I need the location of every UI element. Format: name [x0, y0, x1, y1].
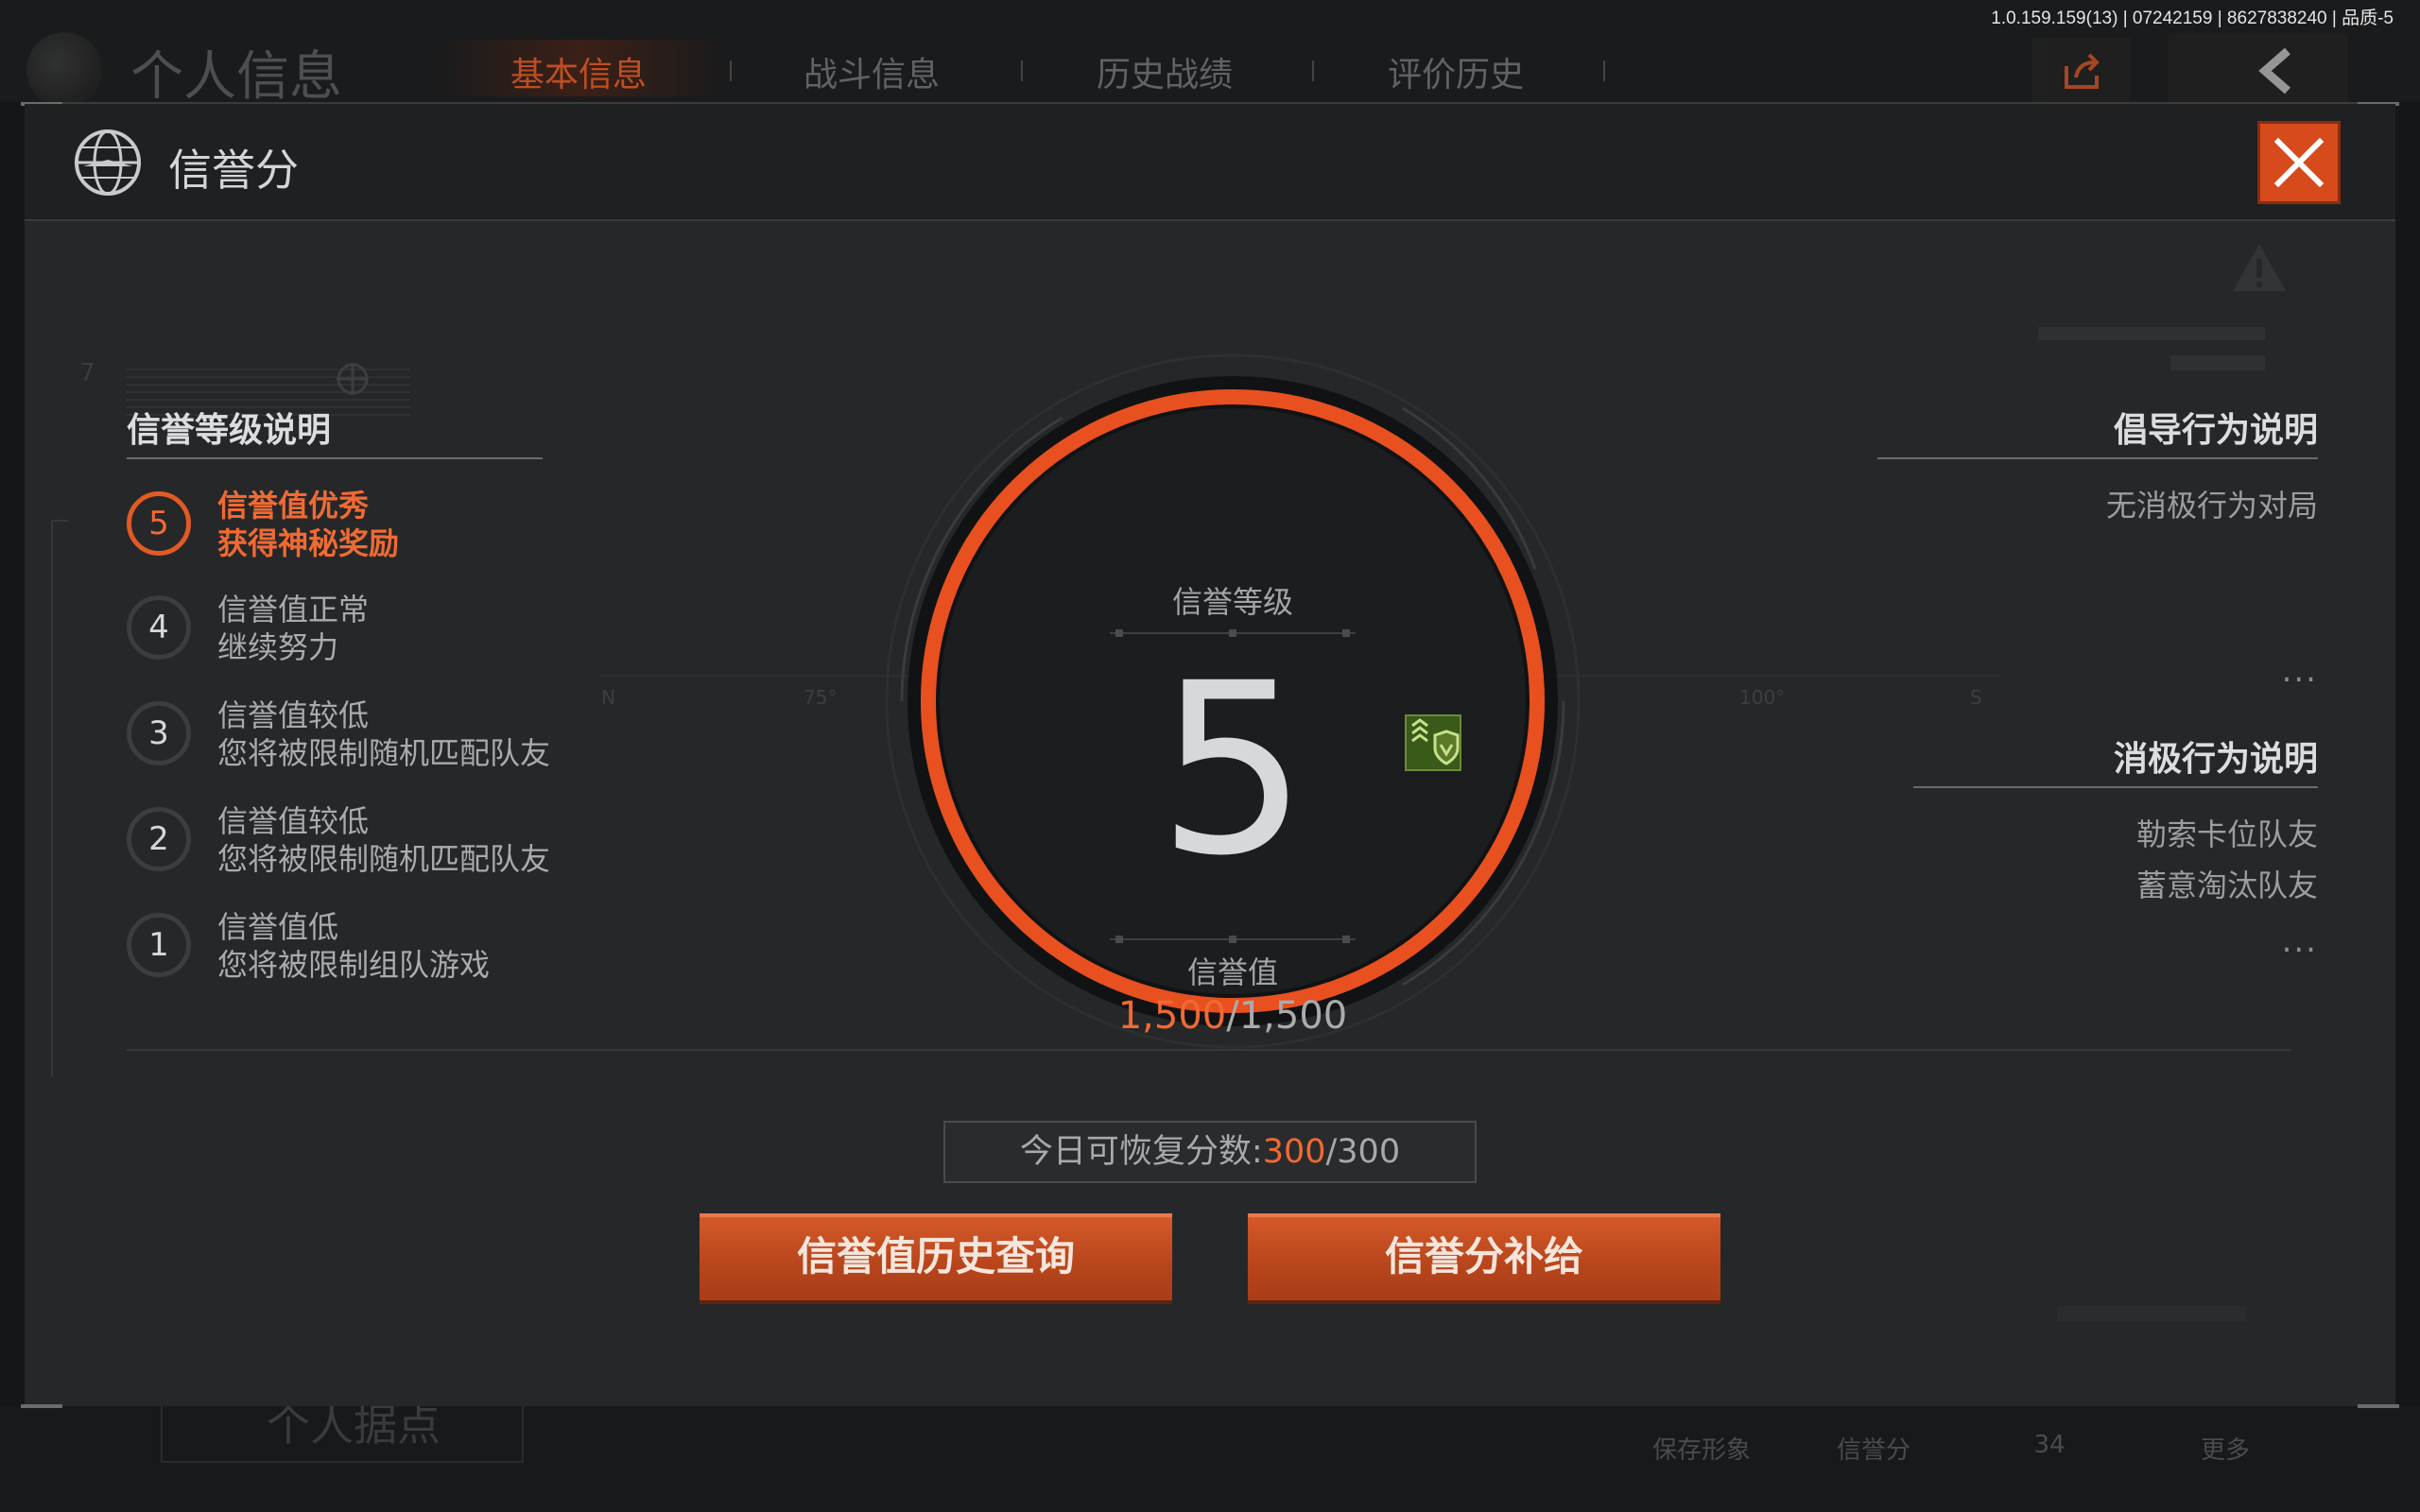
tab-separator [1312, 60, 1314, 81]
negative-item: 蓄意淘汰队友 [2135, 868, 2318, 903]
level-item-4: 4 信誉值正常 继续努力 [127, 592, 694, 694]
credit-score-modal: 信誉分 7 N 75° 100° S 信誉等级说明 5 信誉值优秀 获得神秘奖励… [21, 102, 2399, 1408]
decorative-noise [2057, 1306, 2246, 1321]
compass-label-100: 100° [1739, 686, 1786, 709]
decorative-noise [2038, 327, 2265, 340]
level-desc: 您将被限制组队游戏 [217, 947, 491, 983]
credit-score-button[interactable]: 信誉分 [1807, 1431, 1940, 1466]
recover-max: /300 [1325, 1133, 1401, 1171]
section-underline [127, 457, 543, 459]
warning-icon [2233, 244, 2286, 291]
negative-item: 勒索卡位队友 [2135, 816, 2318, 852]
tab-separator [1021, 60, 1023, 81]
section-underline [1913, 786, 2318, 788]
crosshair-icon [337, 363, 369, 395]
level-number: 2 [127, 807, 191, 871]
recover-score-box: 今日可恢复分数:300/300 [943, 1121, 1477, 1183]
compass-label-75: 75° [804, 686, 838, 709]
corner-mark [2358, 1404, 2399, 1408]
close-icon [2273, 137, 2325, 188]
score-supply-button[interactable]: 信誉分补给 [1248, 1213, 1720, 1300]
chevron-left-icon [2258, 47, 2290, 94]
history-query-button[interactable]: 信誉值历史查询 [700, 1213, 1172, 1300]
level-item-2: 2 信誉值较低 您将被限制随机匹配队友 [127, 803, 694, 905]
levels-section-title: 信誉等级说明 [127, 411, 332, 450]
level-item-5: 5 信誉值优秀 获得神秘奖励 [127, 488, 694, 590]
level-desc: 您将被限制随机匹配队友 [217, 841, 551, 877]
level-desc: 继续努力 [217, 629, 339, 665]
save-appearance-button[interactable]: 保存形象 [1635, 1431, 1768, 1466]
score-label: 信誉值 [1186, 954, 1278, 990]
app-logo-icon [26, 32, 102, 108]
tab-separator [1603, 60, 1605, 81]
section-divider [127, 1049, 2291, 1051]
share-button[interactable] [2032, 38, 2131, 106]
level-value: 5 [1157, 632, 1308, 907]
decorative-rail-tick [51, 520, 68, 522]
tab-history-record[interactable]: 历史战绩 [1097, 47, 1233, 96]
modal-header: 信誉分 [25, 104, 2395, 221]
promote-item: 无消极行为对局 [2105, 488, 2318, 524]
section-underline [1877, 457, 2318, 459]
score-value: 1,500/1,500 [873, 994, 1592, 1038]
level-label: 信誉等级 [1171, 584, 1293, 620]
level-item-3: 3 信誉值较低 您将被限制随机匹配队友 [127, 697, 694, 799]
level-number: 1 [127, 913, 191, 977]
globe-icon [75, 129, 141, 196]
count-button[interactable]: 34 [1983, 1431, 2116, 1459]
credit-gauge: 信誉等级 5 信誉值 1,500/1,500 [873, 342, 1592, 1060]
level-number: 5 [127, 491, 191, 556]
page-title: 个人信息 [130, 46, 342, 108]
promote-section-title: 倡导行为说明 [2113, 411, 2318, 450]
tab-basic-info[interactable]: 基本信息 [510, 47, 647, 96]
tab-battle-info[interactable]: 战斗信息 [804, 47, 940, 96]
close-button[interactable] [2257, 121, 2341, 204]
level-desc: 获得神秘奖励 [217, 525, 400, 561]
compass-label-s: S [1970, 686, 1982, 709]
recover-label: 今日可恢复分数: [1019, 1133, 1263, 1171]
version-info: 1.0.159.159(13) | 07242159 | 8627838240 … [1991, 9, 2394, 28]
share-icon [2065, 53, 2100, 89]
promote-more[interactable]: ... [2282, 652, 2318, 690]
tab-rating-history[interactable]: 评价历史 [1388, 47, 1524, 96]
level-desc: 您将被限制随机匹配队友 [217, 735, 551, 771]
back-button[interactable] [2169, 34, 2348, 106]
tab-separator [730, 60, 732, 81]
modal-title: 信誉分 [168, 145, 299, 196]
more-button[interactable]: 更多 [2159, 1431, 2291, 1466]
rank-badge-icon [1405, 714, 1461, 771]
score-max: /1,500 [1226, 994, 1348, 1038]
negative-more[interactable]: ... [2282, 922, 2318, 960]
decorative-rail [51, 520, 53, 1077]
decorative-noise [2170, 355, 2265, 370]
level-item-1: 1 信誉值低 您将被限制组队游戏 [127, 909, 694, 1011]
level-number: 3 [127, 701, 191, 765]
corner-mark [21, 1404, 62, 1408]
scale-label-7: 7 [79, 359, 95, 387]
negative-section-title: 消极行为说明 [2113, 740, 2318, 779]
recover-current: 300 [1262, 1133, 1326, 1171]
level-number: 4 [127, 595, 191, 660]
score-current: 1,500 [1117, 994, 1227, 1038]
